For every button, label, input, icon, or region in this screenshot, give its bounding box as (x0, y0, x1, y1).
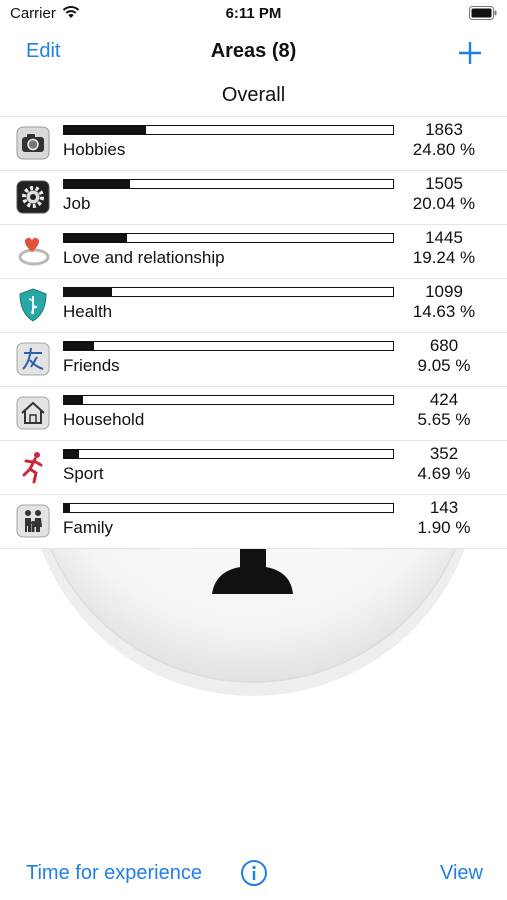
area-row-love-and-relationship[interactable]: Love and relationship 1445 19.24 % (0, 225, 507, 279)
area-count: 143 (429, 498, 459, 517)
info-icon[interactable] (240, 859, 268, 887)
gear-icon (16, 180, 50, 214)
area-count: 680 (429, 336, 459, 355)
progress-fill (64, 342, 94, 350)
area-percent: 20.04 % (412, 194, 476, 213)
progress-fill (64, 288, 113, 296)
section-header: Overall (221, 84, 286, 106)
friend-glyph-icon (16, 342, 50, 376)
house-icon (16, 396, 50, 430)
area-row-sport[interactable]: Sport 352 4.69 % (0, 441, 507, 495)
progress-bar (63, 233, 394, 243)
area-count: 1863 (425, 120, 463, 139)
progress-bar (63, 125, 394, 135)
battery-icon (469, 6, 497, 20)
progress-bar (63, 449, 394, 459)
time-for-experience-button[interactable]: Time for experience (26, 862, 202, 885)
camera-icon (16, 126, 50, 160)
area-row-family[interactable]: Family 143 1.90 % (0, 495, 507, 549)
area-row-job[interactable]: Job 1505 20.04 % (0, 171, 507, 225)
progress-fill (64, 126, 146, 134)
area-percent: 14.63 % (412, 302, 476, 321)
area-row-friends[interactable]: Friends 680 9.05 % (0, 333, 507, 387)
status-time: 6:11 PM (225, 5, 282, 22)
area-row-health[interactable]: Health 1099 14.63 % (0, 279, 507, 333)
area-percent: 24.80 % (412, 140, 476, 159)
progress-bar (63, 179, 394, 189)
area-percent: 1.90 % (417, 518, 471, 537)
edit-button[interactable]: Edit (26, 40, 60, 63)
area-count: 352 (429, 444, 459, 463)
status-bar: Carrier 6:11 PM (0, 0, 507, 30)
screen: Carrier 6:11 PM Edit Areas (8) Overall H… (0, 0, 507, 900)
runner-icon (22, 452, 43, 484)
progress-bar (63, 341, 394, 351)
area-label: Household (63, 410, 145, 429)
area-label: Friends (63, 356, 120, 375)
progress-fill (64, 396, 83, 404)
page-title: Areas (8) (210, 40, 297, 62)
progress-fill (64, 234, 128, 242)
area-percent: 9.05 % (417, 356, 471, 375)
area-count: 424 (429, 390, 459, 409)
area-row-household[interactable]: Household 424 5.65 % (0, 387, 507, 441)
area-percent: 19.24 % (412, 248, 476, 267)
ring-heart-icon (18, 237, 50, 266)
area-percent: 4.69 % (417, 464, 471, 483)
area-count: 1099 (425, 282, 463, 301)
area-label: Job (63, 194, 91, 213)
medical-shield-icon (19, 288, 47, 322)
area-label: Love and relationship (63, 248, 225, 267)
areas-list: Hobbies 1863 24.80 % Job 1505 20.04 % Lo… (0, 116, 507, 549)
plus-icon[interactable] (455, 38, 485, 68)
view-button[interactable]: View (440, 862, 483, 885)
area-label: Sport (63, 464, 104, 483)
progress-fill (64, 180, 130, 188)
progress-bar (63, 503, 394, 513)
area-label: Health (63, 302, 113, 321)
family-icon (16, 504, 50, 538)
area-count: 1505 (425, 174, 463, 193)
navigation-bar: Edit Areas (8) (0, 30, 507, 76)
bottom-toolbar: Time for experience View (0, 850, 507, 896)
area-row-hobbies[interactable]: Hobbies 1863 24.80 % (0, 117, 507, 171)
area-percent: 5.65 % (417, 410, 471, 429)
area-label: Family (63, 518, 114, 537)
progress-bar (63, 287, 394, 297)
area-label: Hobbies (63, 140, 126, 159)
area-count: 1445 (425, 228, 463, 247)
progress-fill (64, 504, 71, 512)
progress-bar (63, 395, 394, 405)
progress-fill (64, 450, 80, 458)
